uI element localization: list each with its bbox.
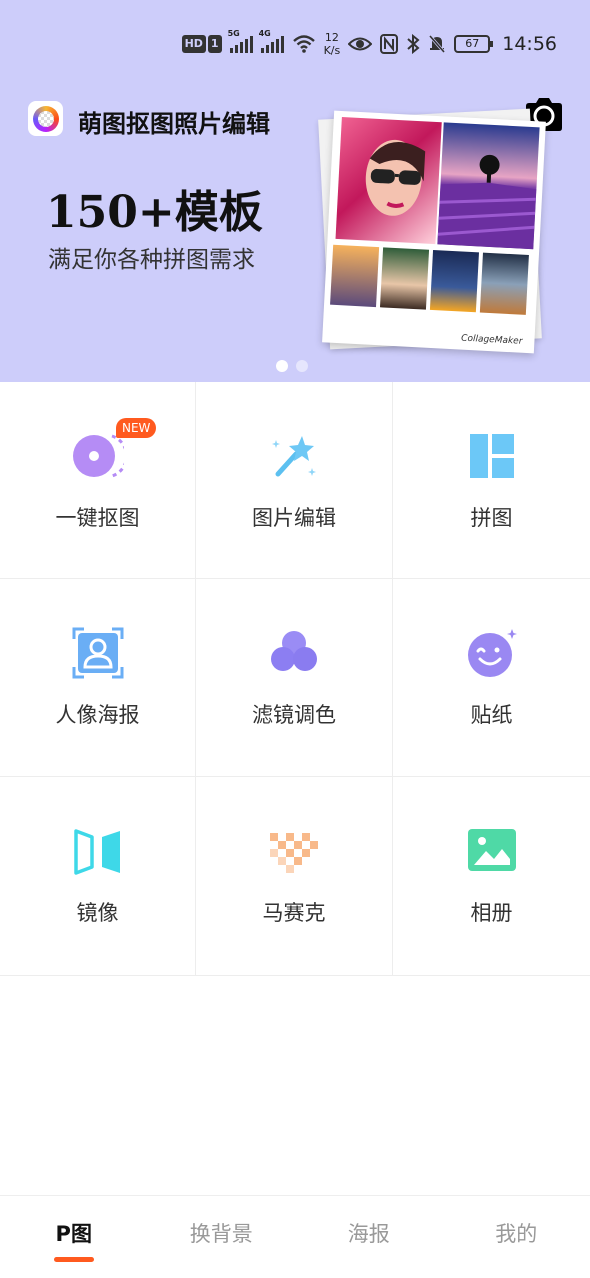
album-icon [467, 829, 516, 871]
tab-label: 换背景 [189, 1222, 253, 1246]
tab-poster[interactable]: 海报 [295, 1196, 443, 1278]
mosaic-icon [270, 833, 318, 873]
app-logo-icon [28, 101, 63, 136]
sticker-smile-icon [467, 629, 517, 677]
nfc-icon [380, 34, 399, 54]
tab-p-image[interactable]: P图 [0, 1196, 148, 1278]
active-tab-indicator [53, 1257, 94, 1262]
tab-label: 海报 [347, 1222, 390, 1246]
feature-label: 拼图 [470, 506, 513, 530]
tab-label: 我的 [495, 1222, 538, 1246]
feature-sticker[interactable]: 贴纸 [393, 579, 590, 777]
feature-collage[interactable]: 拼图 [393, 382, 590, 579]
portrait-photo [335, 117, 442, 245]
night-road-photo [429, 249, 479, 313]
feature-mirror[interactable]: 镜像 [0, 777, 196, 976]
signal-4g-icon: 4G [259, 29, 284, 53]
filter-circles-icon [271, 631, 317, 671]
promo-subtitle: 满足你各种拼图需求 [48, 247, 255, 273]
promo-headline: 150+模板 [46, 187, 263, 238]
battery-icon: 67 [454, 35, 494, 53]
wifi-icon [292, 35, 315, 53]
feature-mosaic[interactable]: 马赛克 [196, 777, 393, 976]
feature-photo-edit[interactable]: 图片编辑 [196, 382, 393, 579]
feature-label: 马赛克 [262, 901, 326, 925]
feature-album[interactable]: 相册 [393, 777, 590, 976]
carousel-dot[interactable] [296, 360, 308, 372]
promo-banner[interactable]: 萌图抠图照片编辑 150+模板 满足你各种拼图需求 CollageMaker [0, 88, 590, 382]
portrait-icon [72, 627, 123, 679]
signal-5g-icon: 5G [228, 29, 253, 53]
collage-preview-image: CollageMaker [318, 108, 546, 354]
mute-bell-icon [429, 35, 446, 53]
new-badge: NEW [116, 418, 157, 438]
feature-label: 贴纸 [470, 703, 513, 727]
app-title: 萌图抠图照片编辑 [78, 110, 270, 138]
feature-filter[interactable]: 滤镜调色 [196, 579, 393, 777]
carousel-dot[interactable] [276, 360, 288, 372]
feature-label: 镜像 [76, 901, 119, 925]
cutout-icon [72, 434, 124, 478]
woman-photo [379, 247, 430, 310]
tab-mine[interactable]: 我的 [443, 1196, 590, 1278]
sim-indicator: 1 [207, 35, 222, 53]
feature-label: 相册 [470, 901, 513, 925]
bridge-photo [330, 244, 380, 308]
magic-wand-icon [272, 436, 316, 477]
bluetooth-icon [407, 34, 420, 54]
network-speed: 12 K/s [323, 31, 341, 57]
feature-grid: NEW 一键抠图 图片编辑 拼图 人像海报 滤镜调色 贴纸 镜像 马赛克 相册 [0, 382, 590, 976]
tab-change-background[interactable]: 换背景 [148, 1196, 296, 1278]
feature-label: 图片编辑 [252, 506, 336, 530]
mirror-icon [73, 829, 120, 875]
hd-indicator: HD [181, 35, 206, 53]
bottom-navigation: P图 换背景 海报 我的 [0, 1195, 590, 1278]
feature-label: 一键抠图 [55, 506, 140, 530]
feature-label: 滤镜调色 [252, 703, 336, 727]
carousel-indicator [276, 360, 308, 372]
collage-layout-icon [469, 434, 514, 478]
feature-portrait-poster[interactable]: 人像海报 [0, 579, 196, 777]
tab-label: P图 [55, 1222, 92, 1246]
mountain-photo [479, 252, 529, 315]
eye-icon [348, 37, 373, 51]
lavender-field-photo [437, 122, 540, 250]
feature-cutout[interactable]: NEW 一键抠图 [0, 382, 196, 579]
status-bar: HD 1 5G 4G 12 K/s 67 14:56 [0, 0, 590, 88]
collage-caption: CollageMaker [460, 333, 523, 347]
feature-label: 人像海报 [55, 703, 140, 727]
clock: 14:56 [502, 33, 557, 55]
